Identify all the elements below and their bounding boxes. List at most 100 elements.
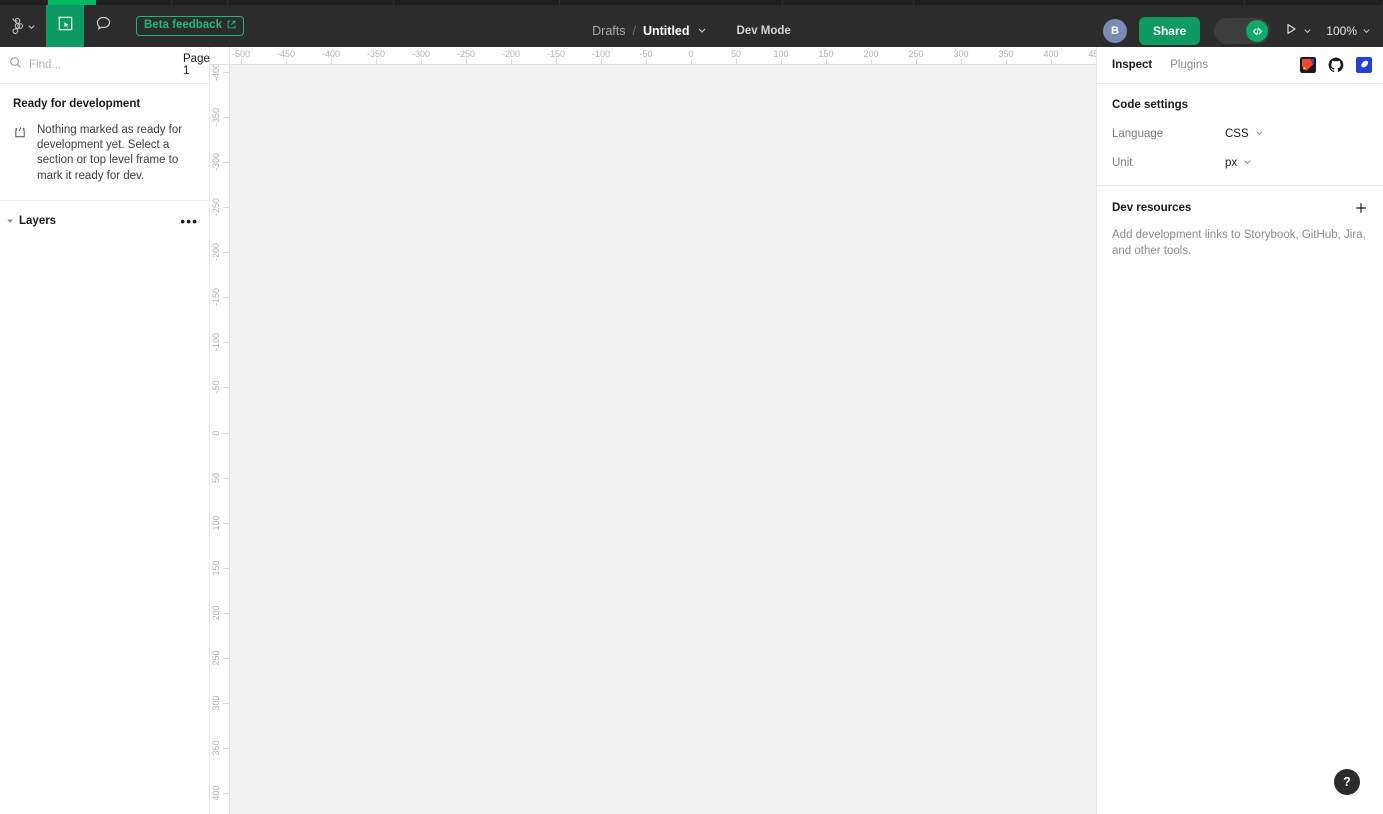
ruler-h-label: -350 (366, 49, 386, 59)
code-icon (1246, 20, 1269, 42)
ruler-h-label: -400 (321, 49, 341, 59)
ruler-h-tick (241, 59, 242, 65)
figma-logo-icon (12, 18, 23, 34)
breadcrumb-parent[interactable]: Drafts (592, 24, 625, 38)
storybook-plugin-icon[interactable] (1300, 57, 1316, 73)
ruler-h-tick (961, 59, 962, 65)
figma-main-menu-button[interactable] (0, 5, 46, 47)
ruler-h-label: -500 (231, 49, 251, 59)
ruler-v-label: 250 (211, 650, 221, 666)
dev-resources-description: Add development links to Storybook, GitH… (1112, 229, 1366, 257)
help-button[interactable]: ? (1334, 769, 1360, 795)
top-toolbar: Beta feedback Drafts / Untitled Dev Mode… (0, 5, 1383, 47)
ruler-v-tick (223, 342, 229, 343)
ruler-h-tick (601, 59, 602, 65)
tab-inspect[interactable]: Inspect (1112, 59, 1152, 71)
ruler-h-tick (826, 59, 827, 65)
avatar[interactable]: B (1102, 19, 1127, 43)
share-button[interactable]: Share (1138, 17, 1201, 45)
chevron-collapse-icon[interactable] (4, 217, 16, 225)
add-dev-resource-button[interactable] (1354, 201, 1368, 215)
left-sidebar: Page 1 Ready for development (0, 47, 223, 814)
ruler-v-tick (223, 523, 229, 524)
figma-dev-mode-window: Beta feedback Drafts / Untitled Dev Mode… (0, 0, 1383, 814)
vertical-ruler: -400 -350 -300 -250 -200 -150 -100 -50 0 50 100 150… (210, 47, 230, 814)
layers-section-header[interactable]: Layers ••• (0, 206, 209, 236)
right-sidebar: Inspect Plugins Code settings Language C… (1096, 47, 1383, 814)
ruler-v-label: -300 (211, 152, 221, 172)
ruler-h-label: 0 (688, 49, 694, 59)
ruler-v-tick (223, 568, 229, 569)
ruler-h-tick (511, 59, 512, 65)
page-title[interactable]: Untitled (643, 24, 690, 38)
chevron-down-icon (1243, 157, 1252, 169)
present-chevron-down-icon[interactable] (1303, 22, 1312, 40)
ruler-v-label: 150 (211, 560, 221, 576)
ruler-v-tick (223, 748, 229, 749)
find-row: Page 1 (0, 47, 223, 84)
tab-plugins[interactable]: Plugins (1170, 59, 1208, 71)
comment-icon (95, 15, 112, 37)
zoom-chevron-down-icon (1362, 22, 1371, 40)
ready-for-dev-icon (13, 125, 27, 144)
ruler-h-label: 100 (773, 49, 789, 59)
ruler-h-label: 300 (953, 49, 969, 59)
ruler-v-tick (223, 793, 229, 794)
comment-tool[interactable] (84, 5, 122, 47)
language-setting-row: Language CSS (1112, 128, 1368, 140)
unit-select[interactable]: px (1225, 157, 1252, 169)
github-plugin-icon[interactable] (1328, 57, 1344, 73)
ruler-h-label: 400 (1043, 49, 1059, 59)
chevron-down-icon (1255, 128, 1264, 140)
ruler-v-label: 300 (211, 695, 221, 711)
ruler-h-label: -300 (411, 49, 431, 59)
ruler-h-tick (1051, 59, 1052, 65)
ruler-v-label: 100 (211, 515, 221, 531)
code-settings-section: Code settings Language CSS Unit px (1097, 84, 1383, 186)
ruler-h-label: -50 (639, 49, 653, 59)
dev-mode-toggle[interactable] (1214, 18, 1271, 44)
jira-plugin-icon[interactable] (1356, 57, 1372, 73)
ruler-h-tick (331, 59, 332, 65)
canvas-area[interactable]: -500 -450 -400 -350 -300 -250 -200 -150 -100 -50 0… (210, 47, 1096, 814)
canvas-surface[interactable] (230, 65, 1096, 814)
ruler-h-tick (1006, 59, 1007, 65)
ruler-v-tick (223, 658, 229, 659)
dev-resources-title: Dev resources (1112, 202, 1192, 214)
language-label: Language (1112, 128, 1164, 140)
ruler-h-label: -450 (276, 49, 296, 59)
ruler-h-label: -250 (456, 49, 476, 59)
ruler-h-tick (736, 59, 737, 65)
ready-for-development-title: Ready for development (13, 98, 141, 110)
layers-more-menu-icon[interactable]: ••• (180, 214, 198, 228)
zoom-level: 100% (1326, 24, 1357, 38)
ruler-v-tick (223, 117, 229, 118)
ruler-v-label: 200 (211, 605, 221, 621)
dev-resources-section: Dev resources Add development links to S… (1097, 186, 1383, 275)
language-select[interactable]: CSS (1225, 128, 1264, 140)
ruler-h-label: -200 (501, 49, 521, 59)
ruler-v-tick (223, 207, 229, 208)
frame-cursor-icon (56, 14, 75, 38)
ruler-v-label: -100 (211, 332, 221, 352)
page-selector-label: Page 1 (183, 53, 210, 77)
horizontal-ruler: -500 -450 -400 -350 -300 -250 -200 -150 -100 -50 0… (210, 47, 1096, 65)
ruler-h-tick (691, 59, 692, 65)
unit-value: px (1225, 157, 1238, 169)
zoom-control[interactable]: 100% (1326, 22, 1371, 40)
ruler-h-label: 200 (863, 49, 879, 59)
plugin-icon-group (1300, 57, 1372, 73)
inspect-panel-tabs: Inspect Plugins (1097, 47, 1383, 84)
ruler-v-tick (223, 162, 229, 163)
select-tool[interactable] (46, 5, 84, 47)
ruler-h-label: 350 (998, 49, 1014, 59)
ready-for-development-empty-state: Nothing marked as ready for development … (13, 123, 196, 184)
beta-feedback-button[interactable]: Beta feedback (136, 15, 244, 37)
ruler-h-tick (286, 59, 287, 65)
file-menu-chevron-down-icon[interactable] (697, 22, 707, 40)
present-button[interactable] (1284, 22, 1312, 41)
ready-for-development-section: Ready for development Nothing marked as … (0, 84, 209, 201)
language-value: CSS (1225, 128, 1249, 140)
search-input[interactable] (29, 59, 183, 71)
toolbar-left-group: Beta feedback (0, 5, 244, 47)
